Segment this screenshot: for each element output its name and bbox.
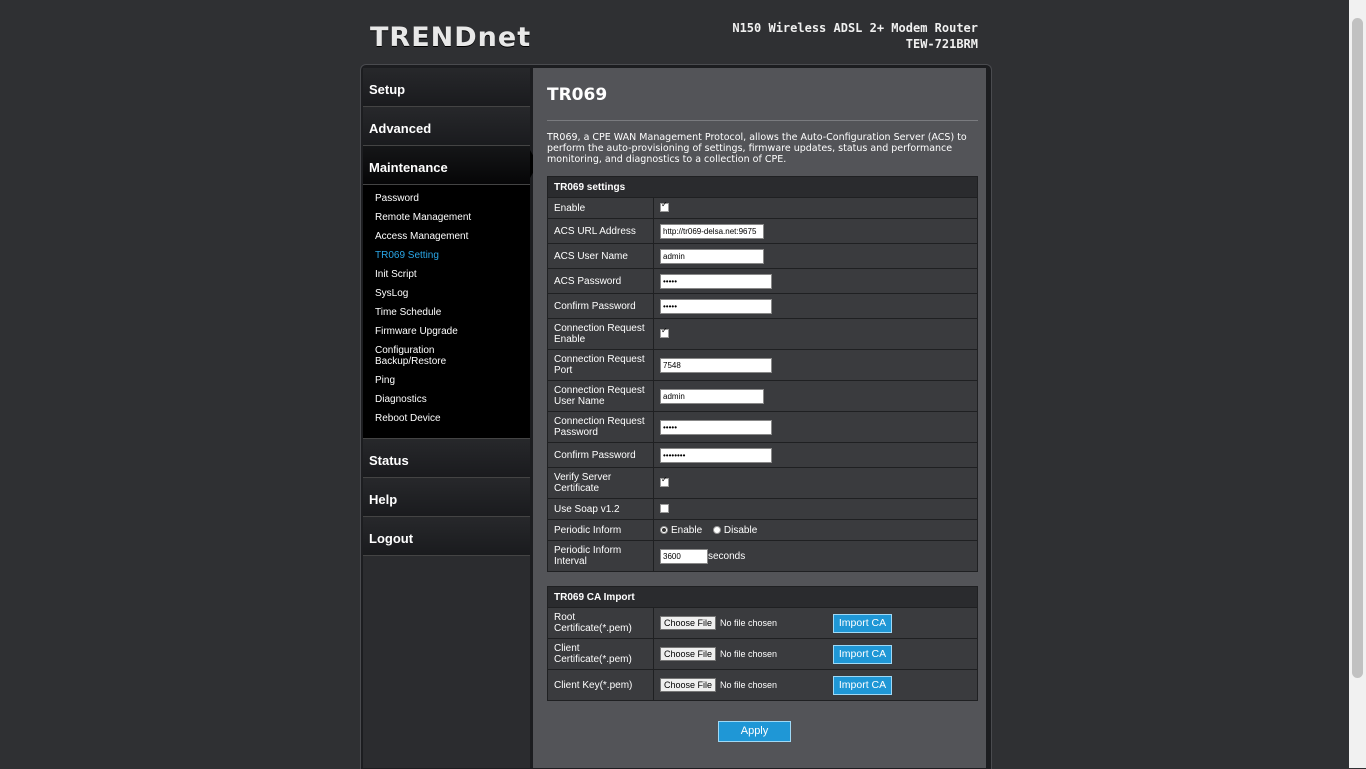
tr069-ca-import-table: TR069 CA Import Root Certificate(*.pem) … [547,586,978,701]
acs-password-label: ACS Password [547,268,654,294]
no-file-text: No file chosen [720,618,778,628]
no-file-text: No file chosen [720,680,778,690]
acs-user-input[interactable]: admin [660,248,764,264]
content-panel: TR069 TR069, a CPE WAN Management Protoc… [533,68,986,768]
nav-advanced-label: Advanced [369,121,432,136]
confirm-password-input[interactable]: ••••• [660,298,772,314]
conn-req-enable-label: Connection Request Enable [547,318,654,350]
maintenance-submenu: Password Remote Management Access Manage… [363,185,530,439]
choose-file-button[interactable]: Choose File [660,616,717,630]
submenu-password[interactable]: Password [363,190,530,209]
submenu-access-management[interactable]: Access Management [363,228,530,247]
import-ca-button[interactable]: Import CA [832,675,893,695]
nav-logout[interactable]: Logout [363,517,530,556]
nav-maintenance-label: Maintenance [369,160,448,175]
conn-req-port-label: Connection Request Port [547,349,654,381]
enable-label: Enable [547,197,654,219]
page-header: TRENDnet N150 Wireless ADSL 2+ Modem Rou… [360,0,990,64]
ca-row-label: Root Certificate(*.pem) [547,607,654,639]
scrollbar-thumb[interactable] [1352,18,1363,678]
title-divider [547,120,978,121]
enable-checkbox[interactable] [660,200,669,212]
submenu-reboot-device[interactable]: Reboot Device [363,410,530,429]
nav-help-label: Help [369,492,398,507]
conn-req-confirm-label: Confirm Password [547,442,654,468]
trendnet-logo: TRENDnet [370,22,532,53]
page-description: TR069, a CPE WAN Management Protocol, al… [547,132,967,165]
conn-req-user-label: Connection Request User Name [547,380,654,412]
periodic-interval-unit: seconds [708,550,746,562]
periodic-disable-label: Disable [723,524,758,536]
sidebar: Setup Advanced Maintenance Password Remo… [363,68,530,768]
conn-req-port-input[interactable]: 7548 [660,357,772,373]
submenu-init-script[interactable]: Init Script [363,266,530,285]
apply-button[interactable]: Apply [718,721,791,742]
verify-cert-label: Verify Server Certificate [547,467,654,499]
tr069-settings-header: TR069 settings [547,176,978,198]
no-file-text: No file chosen [720,649,778,659]
conn-req-user-input[interactable]: admin [660,388,764,404]
submenu-firmware-upgrade[interactable]: Firmware Upgrade [363,323,530,342]
periodic-enable-radio[interactable] [660,525,668,534]
nav-setup[interactable]: Setup [363,68,530,107]
acs-url-input[interactable]: http://tr069-delsa.net:9675 [660,223,764,239]
conn-req-password-label: Connection Request Password [547,411,654,443]
confirm-password-label: Confirm Password [547,293,654,319]
choose-file-button[interactable]: Choose File [660,647,717,661]
nav-maintenance[interactable]: Maintenance [363,146,530,185]
ca-row-label: Client Certificate(*.pem) [547,638,654,670]
nav-status-label: Status [369,453,409,468]
verify-cert-checkbox[interactable] [660,475,669,487]
submenu-tr069-setting[interactable]: TR069 Setting [363,247,530,266]
periodic-disable-radio[interactable] [712,525,721,534]
conn-req-password-input[interactable]: ••••• [660,419,772,435]
tr069-settings-table: TR069 settings Enable ACS URL Address ht… [547,176,978,572]
periodic-enable-label: Enable [671,524,703,536]
ca-import-header: TR069 CA Import [547,586,978,608]
ca-row: Root Certificate(*.pem) Choose File No fi… [547,607,978,639]
ca-row: Client Key(*.pem) Choose File No file cho… [547,669,978,701]
nav-logout-label: Logout [369,531,414,546]
import-ca-button[interactable]: Import CA [832,613,893,633]
product-name: N150 Wireless ADSL 2+ Modem Router [732,21,978,35]
submenu-config-backup-restore[interactable]: Configuration Backup/Restore [363,342,453,372]
periodic-interval-label: Periodic Inform Interval [547,540,654,572]
submenu-ping[interactable]: Ping [363,372,530,391]
submenu-diagnostics[interactable]: Diagnostics [363,391,530,410]
nav-setup-label: Setup [369,82,406,97]
nav-advanced[interactable]: Advanced [363,107,530,146]
nav-status[interactable]: Status [363,439,530,478]
ca-row: Client Certificate(*.pem) Choose File No … [547,638,978,670]
periodic-inform-label: Periodic Inform [547,519,654,541]
choose-file-button[interactable]: Choose File [660,678,717,692]
submenu-time-schedule[interactable]: Time Schedule [363,304,530,323]
nav-help[interactable]: Help [363,478,530,517]
acs-password-input[interactable]: ••••• [660,273,772,289]
use-soap-label: Use Soap v1.2 [547,498,654,520]
product-model: TEW-721BRM [905,37,978,51]
periodic-interval-input[interactable]: 3600 [660,548,708,564]
acs-url-label: ACS URL Address [547,218,654,244]
conn-req-confirm-input[interactable]: •••••••• [660,447,772,463]
acs-user-label: ACS User Name [547,243,654,269]
submenu-syslog[interactable]: SysLog [363,285,530,304]
page-scrollbar[interactable] [1349,0,1366,768]
submenu-remote-management[interactable]: Remote Management [363,209,530,228]
ca-row-label: Client Key(*.pem) [547,669,654,701]
conn-req-enable-checkbox[interactable] [660,326,669,338]
import-ca-button[interactable]: Import CA [832,644,893,664]
use-soap-checkbox[interactable] [660,504,669,513]
page-title: TR069 [547,85,608,105]
product-info: N150 Wireless ADSL 2+ Modem Router TEW-7… [732,20,978,52]
